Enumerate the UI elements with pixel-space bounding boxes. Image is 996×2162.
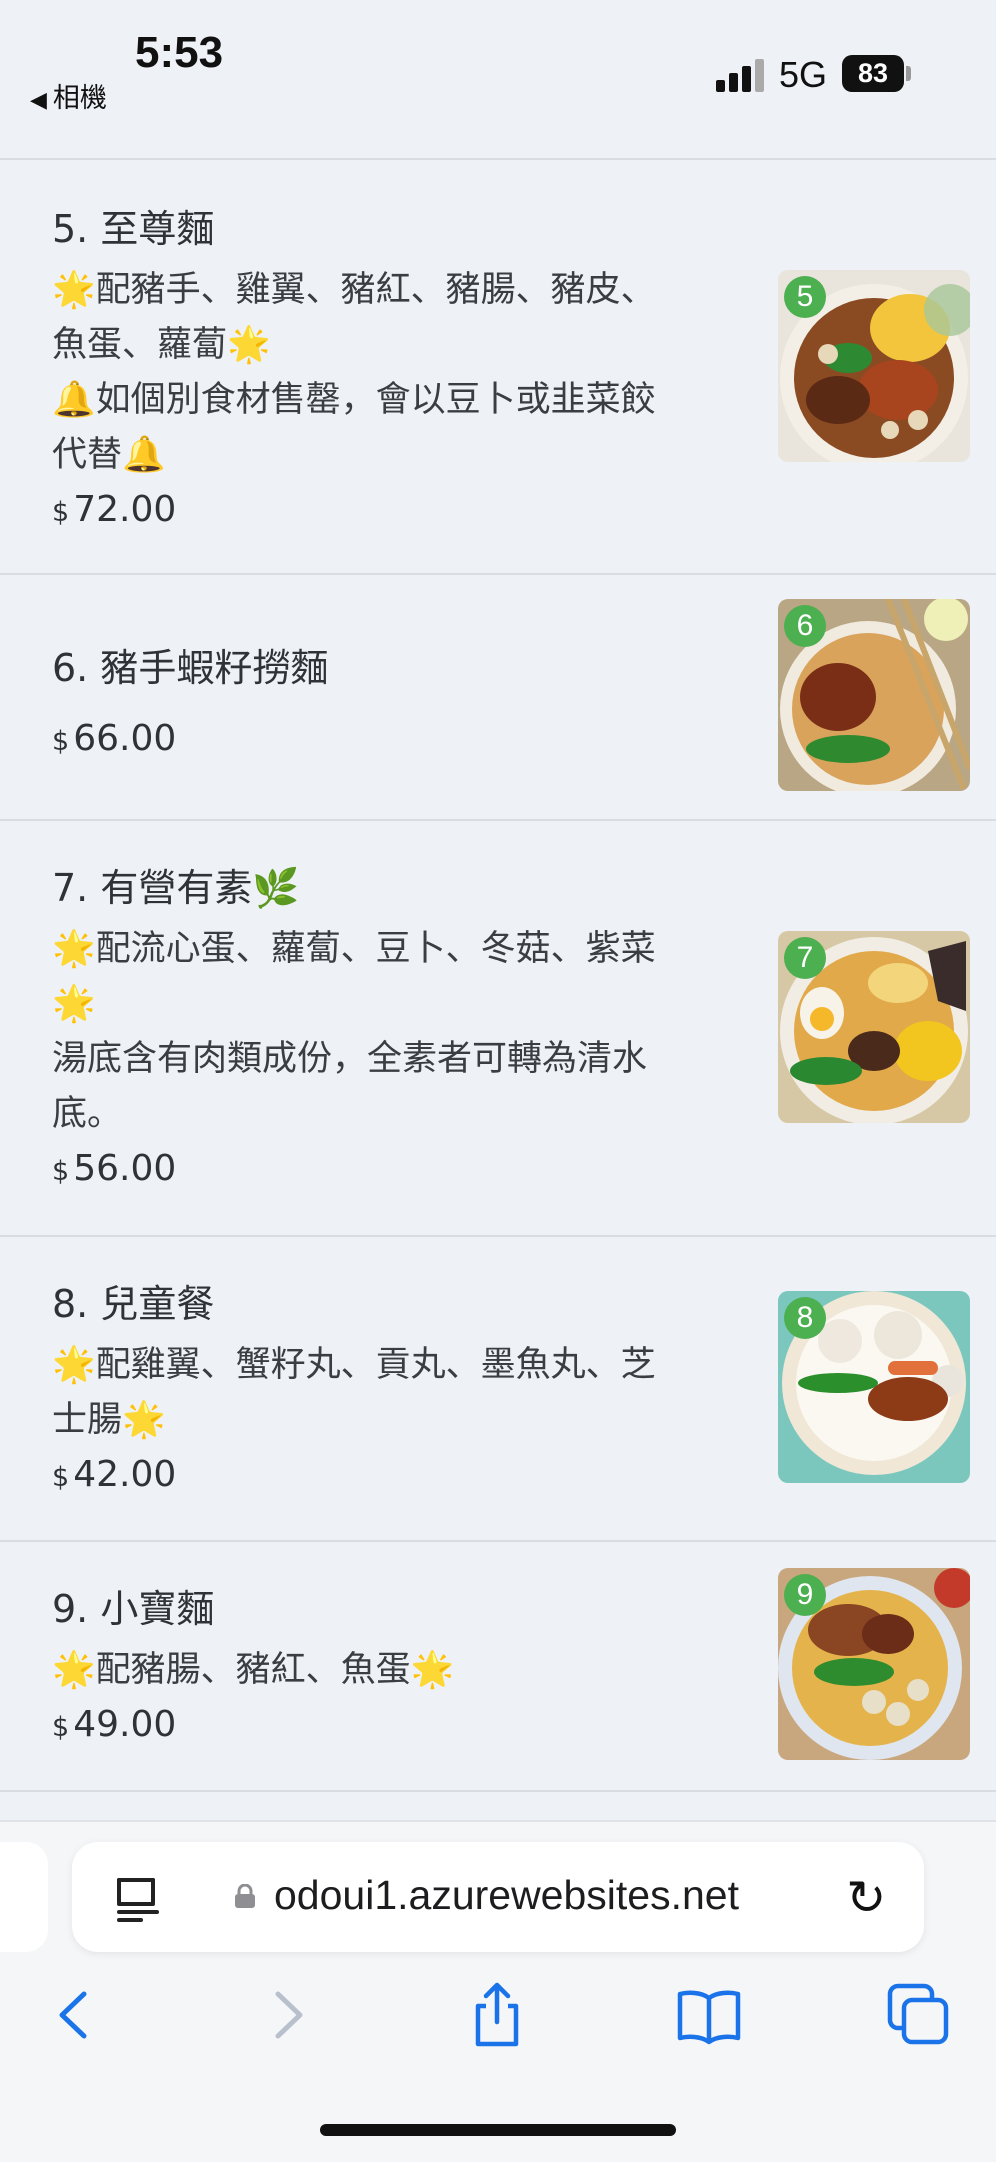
- item-name: 9. 小寶麵: [52, 1587, 215, 1631]
- menu-item[interactable]: 6. 豬手蝦籽撈麵 $66.00 6: [0, 575, 996, 821]
- price-value: 49.00: [73, 1704, 177, 1745]
- reload-icon[interactable]: ↻: [846, 1870, 886, 1926]
- price-value: 42.00: [73, 1454, 177, 1495]
- signal-icon: [716, 58, 766, 92]
- desc-line: 代替🔔: [52, 435, 166, 475]
- menu-list: 5. 至尊麵 🌟配豬手、雞翼、豬紅、豬腸、豬皮、 魚蛋、蘿蔔🌟 🔔如個別食材售罄…: [0, 160, 996, 1792]
- menu-item[interactable]: 8. 兒童餐 🌟配雞翼、蟹籽丸、貢丸、墨魚丸、芝 士腸🌟 $42.00 8: [0, 1237, 996, 1542]
- menu-item[interactable]: 7. 有營有素🌿 🌟配流心蛋、蘿蔔、豆卜、冬菇、紫菜 🌟 湯底含有肉類成份，全素…: [0, 821, 996, 1237]
- network-type: 5G: [779, 54, 828, 95]
- menu-item[interactable]: 5. 至尊麵 🌟配豬手、雞翼、豬紅、豬腸、豬皮、 魚蛋、蘿蔔🌟 🔔如個別食材售罄…: [0, 160, 996, 575]
- item-image[interactable]: 9: [778, 1568, 970, 1760]
- item-number-badge: 6: [784, 605, 826, 647]
- item-description: 🌟配流心蛋、蘿蔔、豆卜、冬菇、紫菜 🌟 湯底含有肉類成份，全素者可轉為清水 底。: [52, 922, 692, 1142]
- item-number-badge: 5: [784, 276, 826, 318]
- back-chevron-icon[interactable]: [40, 1980, 110, 2050]
- item-price: $66.00: [52, 718, 692, 759]
- item-name: 6. 豬手蝦籽撈麵: [52, 646, 329, 690]
- item-number-badge: 7: [784, 937, 826, 979]
- item-image[interactable]: 5: [778, 270, 970, 462]
- item-description: 🌟配豬腸、豬紅、魚蛋🌟: [52, 1643, 692, 1698]
- desc-line: 🔔如個別食材售罄，會以豆卜或韭菜餃: [52, 380, 656, 420]
- item-name: 5. 至尊麵: [52, 207, 215, 251]
- battery-level: 83: [857, 58, 889, 88]
- forward-chevron-icon[interactable]: [252, 1980, 322, 2050]
- battery-cap: [906, 66, 911, 81]
- back-triangle-icon: ◀: [30, 88, 47, 113]
- url-text[interactable]: odoui1.azurewebsites.net: [274, 1872, 739, 1919]
- battery-icon: 83: [842, 55, 904, 92]
- price-value: 56.00: [73, 1148, 177, 1189]
- item-image[interactable]: 7: [778, 931, 970, 1123]
- item-price: $56.00: [52, 1148, 692, 1189]
- back-app-label: 相機: [52, 83, 107, 114]
- desc-line: 底。: [52, 1094, 123, 1134]
- bookmarks-icon[interactable]: [674, 1980, 744, 2050]
- status-time: 5:53: [135, 28, 224, 77]
- currency-symbol: $: [52, 497, 70, 528]
- desc-line: 士腸🌟: [52, 1400, 166, 1440]
- item-price: $42.00: [52, 1454, 692, 1495]
- home-indicator: [320, 2124, 676, 2136]
- currency-symbol: $: [52, 1712, 70, 1743]
- item-name: 8. 兒童餐: [52, 1282, 215, 1326]
- tabs-icon[interactable]: [884, 1980, 954, 2050]
- currency-symbol: $: [52, 1462, 70, 1493]
- currency-symbol: $: [52, 1156, 70, 1187]
- item-description: 🌟配雞翼、蟹籽丸、貢丸、墨魚丸、芝 士腸🌟: [52, 1338, 692, 1448]
- desc-line: 🌟配流心蛋、蘿蔔、豆卜、冬菇、紫菜: [52, 929, 656, 969]
- desc-line: 🌟配雞翼、蟹籽丸、貢丸、墨魚丸、芝: [52, 1345, 656, 1385]
- status-bar: ◀ 相機 5:53 5G 83: [0, 0, 996, 160]
- previous-tab-peek[interactable]: [0, 1842, 48, 1952]
- item-description: 🌟配豬手、雞翼、豬紅、豬腸、豬皮、 魚蛋、蘿蔔🌟 🔔如個別食材售罄，會以豆卜或韭…: [52, 263, 692, 483]
- item-image[interactable]: 6: [778, 599, 970, 791]
- lock-icon: [235, 1884, 255, 1908]
- back-to-app-link[interactable]: ◀ 相機: [30, 76, 107, 115]
- desc-line: 🌟配豬手、雞翼、豬紅、豬腸、豬皮、: [52, 270, 656, 310]
- share-icon[interactable]: [462, 1980, 532, 2050]
- item-image[interactable]: 8: [778, 1291, 970, 1483]
- item-number-badge: 9: [784, 1574, 826, 1616]
- price-value: 66.00: [73, 718, 177, 759]
- desc-line: 魚蛋、蘿蔔🌟: [52, 325, 271, 365]
- item-price: $49.00: [52, 1704, 692, 1745]
- menu-item[interactable]: 9. 小寶麵 🌟配豬腸、豬紅、魚蛋🌟 $49.00 9: [0, 1542, 996, 1792]
- currency-symbol: $: [52, 726, 70, 757]
- address-bar[interactable]: odoui1.azurewebsites.net ↻: [72, 1842, 924, 1952]
- desc-line: 湯底含有肉類成份，全素者可轉為清水: [52, 1039, 648, 1079]
- desc-line: 🌟: [52, 984, 96, 1024]
- item-name: 7. 有營有素🌿: [52, 866, 300, 910]
- item-number-badge: 8: [784, 1297, 826, 1339]
- page-menu-icon[interactable]: [117, 1878, 159, 1922]
- price-value: 72.00: [73, 489, 177, 530]
- item-price: $72.00: [52, 489, 692, 530]
- desc-line: 🌟配豬腸、豬紅、魚蛋🌟: [52, 1650, 455, 1690]
